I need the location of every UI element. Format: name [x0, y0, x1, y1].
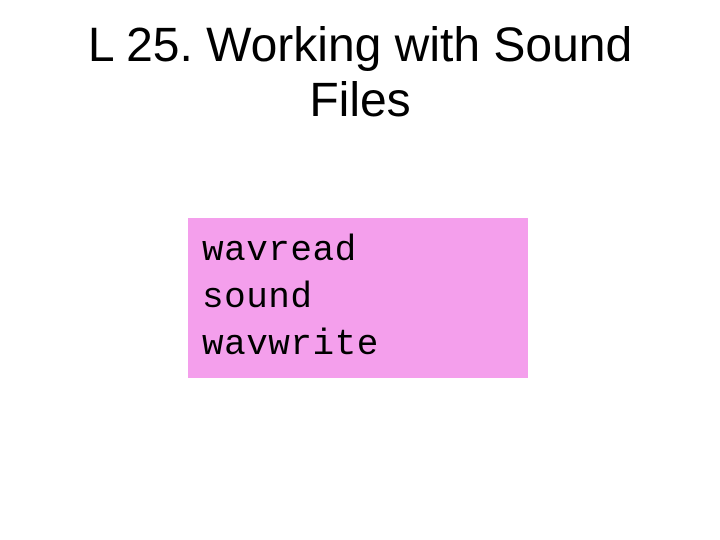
code-box: wavread sound wavwrite — [188, 218, 528, 378]
code-line-1: wavread — [202, 228, 514, 275]
code-line-3: wavwrite — [202, 322, 514, 369]
code-line-2: sound — [202, 275, 514, 322]
slide-title: L 25. Working with Sound Files — [0, 18, 720, 128]
